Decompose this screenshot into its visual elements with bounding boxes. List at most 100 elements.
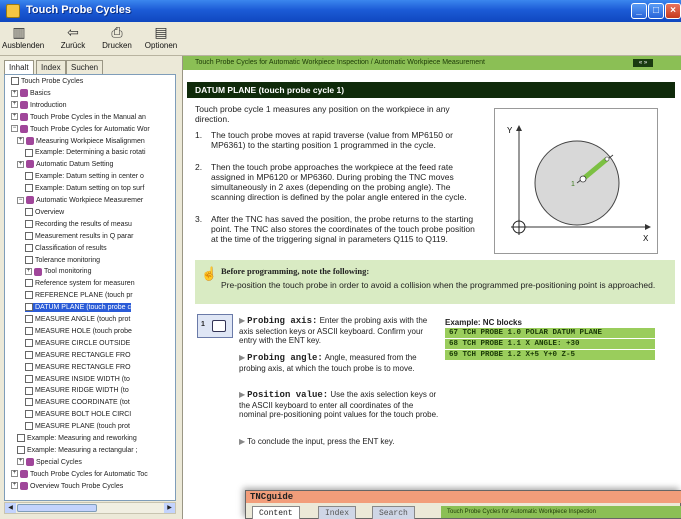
sidebar-item[interactable]: MEASURE PLANE (touch prot [25,422,130,431]
sidebar-item-label: Tool monitoring [44,268,92,276]
sidebar-item-label: MEASURE CIRCLE OUTSIDE [35,339,131,347]
sidebar-item-label: Touch Probe Cycles [21,78,84,85]
sidebar-item-label: MEASURE BOLT HOLE CIRCI [35,411,132,419]
sidebar-item[interactable]: MEASURE BOLT HOLE CIRCI [25,410,131,419]
arrow-bullet-icon: ▶ [239,437,246,446]
sidebar-item-label: Measurement results in Q parar [35,232,134,240]
book-icon [26,160,34,169]
sidebar-item[interactable]: MEASURE ANGLE (touch prot [25,315,130,324]
book-icon [20,112,28,121]
sidebar-item[interactable]: MEASURE COORDINATE (tot [25,398,130,407]
print-button[interactable]: ⎙ Drucken [100,24,134,50]
expand-icon[interactable]: + [11,113,18,121]
scroll-left-icon[interactable]: ◀ [5,503,16,513]
sidebar-item[interactable]: + Touch Probe Cycles for Automatic Toc [11,469,148,479]
expand-icon[interactable]: + [17,160,24,168]
book-icon [26,136,34,145]
param-label: Probing angle: [247,353,323,363]
tab-index[interactable]: Index [36,60,66,74]
touch-probe-key-icon: 1 [197,314,233,338]
tncguide-tab-index[interactable]: Index [318,506,357,519]
tncguide-window[interactable]: TNCguide Content Index Search Touch Prob… [245,490,681,519]
contents-tree[interactable]: Touch Probe Cycles + Basics + Introduction + T… [4,74,176,501]
sidebar-item[interactable]: − Automatic Workpiece Measuremer [17,196,143,205]
sidebar-item-label: Tolerance monitoring [35,256,100,264]
sidebar-item[interactable]: + Basics [11,89,51,98]
sidebar-item[interactable]: Example: Determining a basic rotati [25,148,146,157]
sidebar-item[interactable]: + Measuring Workpiece Misalignmen [17,136,145,146]
page-icon [25,386,33,395]
page-icon [25,350,33,359]
sidebar-item[interactable]: DATUM PLANE (touch probe c [25,303,131,313]
sidebar-item[interactable]: MEASURE RECTANGLE FRO [25,362,131,372]
hand-note-icon: ☝ [201,266,218,281]
sidebar-item[interactable]: + Touch Probe Cycles in the Manual an [11,112,146,122]
sidebar-item[interactable]: Reference system for measuren [25,279,135,288]
expand-icon[interactable]: + [17,458,24,466]
sidebar-item[interactable]: Tolerance monitoring [25,255,100,265]
back-button[interactable]: ⇦ Zurück [58,24,88,50]
close-button[interactable]: × [665,3,681,19]
expand-icon[interactable]: + [17,137,24,145]
page-icon [25,291,33,300]
expand-icon[interactable]: + [25,268,32,276]
sidebar-item[interactable]: REFERENCE PLANE (touch pr [25,291,133,300]
scrollbar-thumb[interactable] [17,504,97,512]
sidebar-item[interactable]: + Special Cycles [17,457,82,467]
sidebar-item[interactable]: Measurement results in Q parar [25,231,134,241]
sidebar-item[interactable]: + Automatic Datum Setting [17,160,113,169]
page-icon [25,422,33,431]
sidebar-item[interactable]: MEASURE CIRCLE OUTSIDE [25,338,131,348]
collapse-icon[interactable]: − [17,196,24,204]
sidebar-item[interactable]: Example: Datum setting on top surf [25,184,144,193]
arrow-bullet-icon: ▶ [239,390,246,399]
sidebar-item-label: REFERENCE PLANE (touch pr [35,292,133,300]
expand-icon[interactable]: + [11,89,18,97]
sidebar-item[interactable]: MEASURE INSIDE WIDTH (to [25,374,130,384]
page-nav-arrows[interactable]: « » [633,59,653,67]
sidebar-item-label: MEASURE INSIDE WIDTH (to [35,375,130,383]
sidebar-item[interactable]: Classification of results [25,243,107,253]
tncguide-tab-search[interactable]: Search [372,506,415,519]
sidebar-item[interactable]: Example: Datum setting in center o [25,172,144,181]
collapse-icon[interactable]: − [11,125,18,133]
sidebar-item[interactable]: MEASURE RIDGE WIDTH (to [25,386,129,395]
tncguide-title: TNCguide [246,491,681,503]
page-icon [25,255,33,264]
horizontal-scrollbar[interactable]: ◀ ▶ [4,502,176,514]
sidebar-item[interactable]: Recording the results of measu [25,219,132,229]
sidebar-item[interactable]: + Overview Touch Probe Cycles [11,481,123,491]
sidebar-item[interactable]: Overview [25,208,64,217]
options-label: Optionen [144,41,178,50]
param-text: To conclude the input, press the ENT key… [247,437,395,446]
scroll-right-icon[interactable]: ▶ [164,503,175,513]
page-icon [25,327,33,336]
param-probing-angle: ▶ Probing angle: Angle, measured from the… [239,353,439,373]
sidebar-item[interactable]: Touch Probe Cycles [11,77,83,86]
maximize-button[interactable]: □ [648,3,664,19]
toolbar: ▥ Ausblenden ⇦ Zurück ⎙ Drucken ▤ Option… [0,22,681,56]
tab-contents[interactable]: Inhalt [4,60,34,75]
expand-icon[interactable]: + [11,482,18,490]
sidebar-item[interactable]: − Touch Probe Cycles for Automatic Wor [11,124,150,134]
tncguide-tab-content[interactable]: Content [252,506,300,519]
sidebar-item[interactable]: Example: Measuring and reworking [17,434,137,443]
nc-example-label: Example: NC blocks [445,318,522,327]
page-icon [11,77,19,86]
sidebar-item-label: Measuring Workpiece Misalignmen [36,137,145,145]
sidebar-item-label: Example: Determining a basic rotati [35,149,146,157]
sidebar-item[interactable]: MEASURE RECTANGLE FRO [25,350,131,360]
minimize-button[interactable]: _ [631,3,647,19]
expand-icon[interactable]: + [11,470,18,478]
options-button[interactable]: ▤ Optionen [143,24,179,50]
sidebar-item[interactable]: MEASURE HOLE (touch probe [25,327,132,336]
tab-search[interactable]: Suchen [66,60,104,74]
title-bar: Touch Probe Cycles _ □ × [0,0,681,22]
sidebar-item[interactable]: Example: Measuring a rectangular ; [17,446,138,455]
sidebar-item-label: Special Cycles [36,458,82,466]
expand-icon[interactable]: + [11,101,18,109]
sidebar-item-label: Touch Probe Cycles in the Manual an [30,113,146,121]
sidebar-item[interactable]: + Introduction [11,100,67,110]
sidebar-item[interactable]: + Tool monitoring [25,267,91,276]
hide-button[interactable]: ▥ Ausblenden [2,24,44,50]
